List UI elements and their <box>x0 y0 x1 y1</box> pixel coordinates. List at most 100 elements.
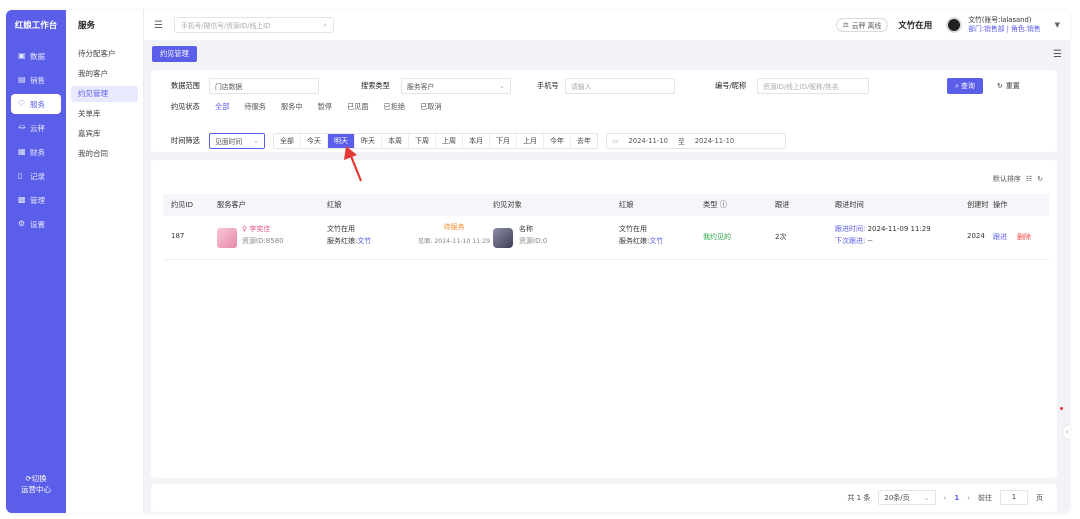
time-type-select[interactable]: 见面时间 ⌄ <box>209 133 265 149</box>
filter-row-1: 数据范围 门店数据 搜索类型 服务客户 ⌄ 手机号 请输入 编号/昵称 资源ID/… <box>151 78 1057 94</box>
col-created: 创建时 <box>967 200 989 209</box>
goto-page-input[interactable]: 1 <box>1000 490 1028 505</box>
status-cell: 待服务 见面: 2024-11-10 11:29 <box>413 222 495 245</box>
range-yesterday[interactable]: 昨天 <box>355 134 382 148</box>
status-label: 约见状态 <box>171 102 200 111</box>
prev-page-icon[interactable]: ‹ <box>944 494 947 502</box>
customer-info[interactable]: ♀ 李奕佳 资源ID:8580 <box>242 224 284 246</box>
range-last-week[interactable]: 上周 <box>436 134 463 148</box>
subnav-item-contracts[interactable]: 我的合同 <box>71 146 138 162</box>
status-paused[interactable]: 暂停 <box>318 102 332 112</box>
finance-icon: ▦ <box>18 147 26 156</box>
subnav-item-guests[interactable]: 嘉宾库 <box>71 126 138 142</box>
manage-icon: ▩ <box>18 195 26 204</box>
record-icon: ▯ <box>18 171 23 180</box>
user-avatar[interactable] <box>946 17 963 33</box>
user-display-name: 文竹在用 <box>898 21 933 31</box>
switch-center-button[interactable]: ⟳切换 运营中心 <box>6 473 66 495</box>
collapse-menu-icon[interactable]: ☰ <box>154 20 166 31</box>
range-this-month[interactable]: 本月 <box>463 134 490 148</box>
col-matchmaker: 红娘 <box>327 200 342 209</box>
nav-item-records[interactable]: ▯ 记录 <box>11 166 61 186</box>
cloud-scale-status[interactable]: ⚖ 云秤 离线 <box>835 18 889 32</box>
chevron-down-icon: ⌄ <box>253 137 259 145</box>
range-last-month[interactable]: 上月 <box>517 134 544 148</box>
sort-icon[interactable]: ☷ <box>1026 175 1032 183</box>
global-search-input[interactable]: 手机号/微信号/资源ID/线上ID ⌕ <box>174 17 334 33</box>
subnav-item-my-customers[interactable]: 我的客户 <box>71 66 138 82</box>
nav-item-settings[interactable]: ⚙ 设置 <box>11 214 61 234</box>
status-pending[interactable]: 待服务 <box>244 102 266 112</box>
help-icon[interactable]: ⓘ <box>720 200 727 209</box>
range-next-month[interactable]: 下月 <box>490 134 517 148</box>
female-icon: ♀ <box>242 225 248 233</box>
nav-item-scale[interactable]: ⏛ 云秤 <box>11 118 61 138</box>
nav-item-manage[interactable]: ▩ 管理 <box>11 190 61 210</box>
col-matchmaker2: 红娘 <box>619 200 634 209</box>
status-cancelled[interactable]: 已取消 <box>420 102 442 112</box>
reset-button[interactable]: ↻ 重置 <box>989 78 1028 94</box>
range-next-week[interactable]: 下周 <box>409 134 436 148</box>
follow-button[interactable]: 跟进 <box>993 232 1007 242</box>
heart-icon: ♡ <box>18 99 26 108</box>
col-follow-time: 跟进时间 <box>835 200 864 209</box>
refresh-icon[interactable]: ↻ <box>1037 175 1043 183</box>
pagination-bar: 共 1 条 20条/页 ⌄ ‹ 1 › 前往 1 页 <box>151 484 1057 512</box>
top-bar: ☰ 手机号/微信号/资源ID/线上ID ⌕ ⚖ 云秤 离线 文竹在用 文竹(账号:… <box>144 10 1070 40</box>
range-today[interactable]: 今天 <box>301 134 328 148</box>
chevron-down-icon: ⌄ <box>923 493 930 502</box>
subnav-item-appointments[interactable]: 约见管理 <box>71 86 138 102</box>
chevron-down-icon: ⌄ <box>499 82 505 90</box>
range-last-year[interactable]: 去年 <box>571 134 597 148</box>
tab-appointments[interactable]: 约见管理 <box>152 46 197 62</box>
customer-avatar[interactable] <box>217 228 237 248</box>
phone-input[interactable]: 请输入 <box>565 78 675 94</box>
scale-icon: ⚖ <box>842 21 849 29</box>
status-all[interactable]: 全部 <box>215 102 229 112</box>
next-page-icon[interactable]: › <box>967 494 970 502</box>
menu-icon[interactable]: ☰ <box>1053 49 1062 60</box>
calendar-icon: ▭ <box>612 137 619 145</box>
nav-item-service[interactable]: ♡ 服务 <box>11 94 61 114</box>
col-id: 约见ID <box>171 200 194 209</box>
page-unit: 页 <box>1036 493 1043 502</box>
time-range-group: 全部 今天 明天 昨天 本周 下周 上周 本月 下月 上月 今年 去年 <box>273 133 598 149</box>
matchmaker-cell: 文竹在用 服务红娘:文竹 <box>327 225 372 245</box>
date-range-picker[interactable]: ▭ 2024-11-10 至 2024-11-10 <box>606 133 786 149</box>
nav-item-sales[interactable]: ▤ 销售 <box>11 70 61 90</box>
delete-button[interactable]: 删除 <box>1017 232 1031 242</box>
chevron-down-icon[interactable]: ▼ <box>1055 21 1060 29</box>
nav-item-data[interactable]: ▣ 数据 <box>11 46 61 66</box>
total-count: 共 1 条 <box>847 493 871 502</box>
range-all[interactable]: 全部 <box>274 134 301 148</box>
chevron-left-icon[interactable]: ‹ <box>1062 424 1070 440</box>
user-info[interactable]: 文竹(账号:lalasand) 部门:销售部 | 角色:销售 <box>968 16 1040 34</box>
pagination: 共 1 条 20条/页 ⌄ ‹ 1 › 前往 1 页 <box>847 490 1043 505</box>
data-icon: ▣ <box>18 51 26 60</box>
page-number[interactable]: 1 <box>954 494 959 502</box>
subnav-item-closed[interactable]: 关单库 <box>71 106 138 122</box>
status-in-service[interactable]: 服务中 <box>281 102 303 112</box>
subnav-item-unassigned[interactable]: 待分配客户 <box>71 46 138 62</box>
query-button[interactable]: ⌕ 查询 <box>947 78 983 94</box>
created-value: 2024 <box>967 232 985 240</box>
target-avatar[interactable] <box>493 228 513 248</box>
range-tomorrow[interactable]: 明天 <box>328 134 355 148</box>
phone-label: 手机号 <box>537 81 559 90</box>
search-type-select[interactable]: 服务客户 ⌄ <box>401 78 511 94</box>
status-rejected[interactable]: 已拒绝 <box>384 102 406 112</box>
range-this-week[interactable]: 本周 <box>382 134 409 148</box>
code-input[interactable]: 资源ID/线上ID/昵称/姓名 <box>757 78 869 94</box>
time-label: 时间筛选 <box>171 136 200 145</box>
nav-item-finance[interactable]: ▦ 财务 <box>11 142 61 162</box>
followup-count: 2次 <box>775 233 787 241</box>
sort-label[interactable]: 默认排序 <box>993 174 1021 184</box>
target-info[interactable]: 名称 资源ID:0 <box>519 224 547 246</box>
page-size-select[interactable]: 20条/页 ⌄ <box>878 490 936 505</box>
goto-label: 前往 <box>978 493 992 502</box>
col-customer: 服务客户 <box>217 200 246 209</box>
appointments-table-card: 默认排序 ☷ ↻ 约见ID 服务客户 红娘 约见对象 红娘 类型 ⓘ 跟进 跟进… <box>151 160 1057 478</box>
scope-select[interactable]: 门店数据 <box>209 78 319 94</box>
status-met[interactable]: 已见面 <box>347 102 369 112</box>
range-this-year[interactable]: 今年 <box>544 134 571 148</box>
